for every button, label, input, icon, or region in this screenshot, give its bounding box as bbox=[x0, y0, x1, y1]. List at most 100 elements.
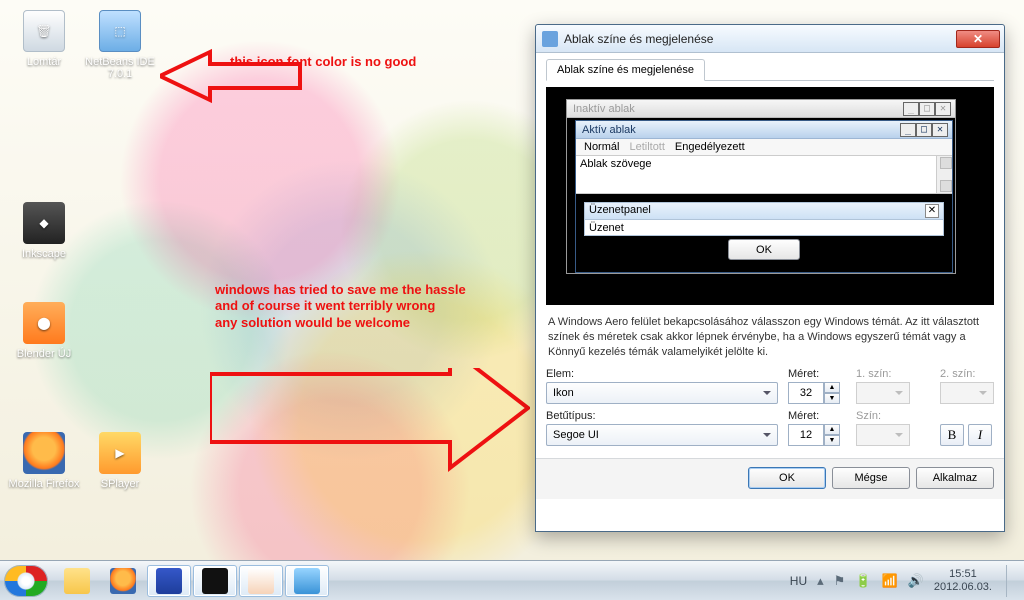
desktop-icon-blender[interactable]: ⬤ Blender ÚJ bbox=[8, 300, 80, 360]
scrollbar[interactable] bbox=[936, 156, 952, 193]
clock-time: 15:51 bbox=[934, 568, 992, 580]
personalization-icon bbox=[294, 568, 320, 594]
fontcolor-button bbox=[856, 424, 910, 446]
controls-grid: Elem: Ikon Méret: ▲▼ 1. szín: 2. szín: bbox=[546, 368, 994, 446]
appearance-dialog: Ablak színe és megjelenése ✕ Ablak színe… bbox=[535, 24, 1005, 532]
menu-disabled: Letiltott bbox=[629, 141, 664, 153]
size2-input[interactable] bbox=[788, 424, 824, 446]
splayer-icon: ▶ bbox=[99, 432, 141, 474]
volume-icon[interactable]: 🔊 bbox=[908, 573, 924, 589]
elem-combo[interactable]: Ikon bbox=[546, 382, 778, 404]
inactive-title: Inaktív ablak bbox=[573, 103, 635, 115]
label-fontcolor: Szín: bbox=[856, 410, 930, 422]
label-font: Betűtípus: bbox=[546, 410, 778, 422]
icon-label: NetBeans IDE 7.0.1 bbox=[84, 56, 156, 80]
active-title: Aktív ablak bbox=[582, 124, 636, 136]
folder-icon bbox=[64, 568, 90, 594]
desktop-icon-splayer[interactable]: ▶ SPlayer bbox=[84, 430, 156, 490]
msgpanel-close-icon[interactable]: ✕ bbox=[925, 204, 939, 218]
description-text: A Windows Aero felület bekapcsolásához v… bbox=[548, 315, 992, 360]
menu-normal: Normál bbox=[584, 141, 619, 153]
spinner-down-icon[interactable]: ▼ bbox=[824, 393, 840, 404]
msgpanel-title: Üzenetpanel bbox=[589, 204, 651, 218]
network-icon[interactable]: 📶 bbox=[882, 573, 898, 589]
icon-label: Lomtár bbox=[27, 56, 61, 68]
clock-date: 2012.06.03. bbox=[934, 581, 992, 593]
preview-menu: Normál Letiltott Engedélyezett bbox=[576, 139, 952, 156]
bold-button[interactable]: B bbox=[940, 424, 964, 446]
close-icon[interactable]: ✕ bbox=[935, 102, 951, 116]
menu-selected: Engedélyezett bbox=[675, 141, 745, 153]
taskbar-window-cmd[interactable] bbox=[193, 565, 237, 597]
minimize-icon[interactable]: _ bbox=[900, 123, 916, 137]
floppy-icon bbox=[156, 568, 182, 594]
taskbar-pinned-firefox[interactable] bbox=[101, 565, 145, 597]
preview-active-window: Aktív ablak _ □ ✕ Normál Letiltott Enged… bbox=[575, 120, 953, 273]
preview-pane: Inaktív ablak _ □ ✕ Aktív ablak _ □ bbox=[546, 87, 994, 305]
tab-appearance[interactable]: Ablak színe és megjelenése bbox=[546, 59, 705, 81]
titlebar[interactable]: Ablak színe és megjelenése ✕ bbox=[536, 25, 1004, 53]
label-color1: 1. szín: bbox=[856, 368, 930, 380]
cmd-icon bbox=[202, 568, 228, 594]
message-panel: Üzenetpanel ✕ Üzenet OK bbox=[584, 202, 944, 264]
msg-text: Üzenet bbox=[584, 220, 944, 236]
blender-icon: ⬤ bbox=[23, 302, 65, 344]
minimize-icon[interactable]: _ bbox=[903, 102, 919, 116]
desktop-icon-netbeans[interactable]: ⬚ NetBeans IDE 7.0.1 bbox=[84, 8, 156, 96]
italic-button[interactable]: I bbox=[968, 424, 992, 446]
taskbar-window-save[interactable] bbox=[147, 565, 191, 597]
icon-label: Blender ÚJ bbox=[17, 348, 71, 360]
annotation-text-2: windows has tried to save me the hassle … bbox=[215, 282, 475, 331]
maximize-icon[interactable]: □ bbox=[916, 123, 932, 137]
color2-button bbox=[940, 382, 994, 404]
desktop-icons: 🗑 Lomtár ⬚ NetBeans IDE 7.0.1 bbox=[8, 8, 156, 96]
cancel-button[interactable]: Mégse bbox=[832, 467, 910, 489]
taskbar-window-appearance[interactable] bbox=[285, 565, 329, 597]
font-combo[interactable]: Segoe UI bbox=[546, 424, 778, 446]
language-indicator[interactable]: HU bbox=[790, 574, 807, 588]
tray-chevron-icon[interactable]: ▴ bbox=[817, 573, 824, 589]
close-button[interactable]: ✕ bbox=[956, 30, 1000, 48]
annotation-text-1: this icon font color is no good bbox=[230, 54, 416, 70]
spinner-up-icon[interactable]: ▲ bbox=[824, 424, 840, 435]
taskbar-window-paint[interactable] bbox=[239, 565, 283, 597]
firefox-icon bbox=[23, 432, 65, 474]
taskbar: HU ▴ ⚑ 🔋 📶 🔊 15:51 2012.06.03. bbox=[0, 560, 1024, 600]
size2-spinner[interactable]: ▲▼ bbox=[788, 424, 846, 446]
flag-icon[interactable]: ⚑ bbox=[834, 573, 846, 589]
spinner-down-icon[interactable]: ▼ bbox=[824, 435, 840, 446]
clock[interactable]: 15:51 2012.06.03. bbox=[934, 568, 992, 592]
label-size2: Méret: bbox=[788, 410, 846, 422]
color1-button bbox=[856, 382, 910, 404]
tabstrip: Ablak színe és megjelenése bbox=[546, 59, 994, 81]
system-tray: HU ▴ ⚑ 🔋 📶 🔊 15:51 2012.06.03. bbox=[790, 565, 1020, 597]
paint-icon bbox=[248, 568, 274, 594]
window-title: Ablak színe és megjelenése bbox=[564, 32, 956, 46]
window-icon bbox=[542, 31, 558, 47]
desktop-icon-firefox[interactable]: Mozilla Firefox bbox=[8, 430, 80, 490]
desktop-icon-inkscape[interactable]: ◆ Inkscape bbox=[8, 200, 80, 260]
maximize-icon[interactable]: □ bbox=[919, 102, 935, 116]
annotation-arrow-2 bbox=[210, 368, 530, 478]
recycle-bin-icon: 🗑 bbox=[23, 10, 65, 52]
taskbar-pinned-explorer[interactable] bbox=[55, 565, 99, 597]
dialog-button-row: OK Mégse Alkalmaz bbox=[536, 458, 1004, 499]
size1-spinner[interactable]: ▲▼ bbox=[788, 382, 846, 404]
preview-ok-button[interactable]: OK bbox=[728, 239, 800, 260]
battery-icon[interactable]: 🔋 bbox=[855, 573, 871, 589]
ok-button[interactable]: OK bbox=[748, 467, 826, 489]
firefox-icon bbox=[110, 568, 136, 594]
apply-button[interactable]: Alkalmaz bbox=[916, 467, 994, 489]
icon-label: SPlayer bbox=[101, 478, 140, 490]
inkscape-icon: ◆ bbox=[23, 202, 65, 244]
label-size1: Méret: bbox=[788, 368, 846, 380]
spinner-up-icon[interactable]: ▲ bbox=[824, 382, 840, 393]
size1-input[interactable] bbox=[788, 382, 824, 404]
start-button[interactable] bbox=[4, 565, 48, 597]
desktop: 🗑 Lomtár ⬚ NetBeans IDE 7.0.1 ◆ Inkscape… bbox=[0, 0, 1024, 600]
show-desktop-button[interactable] bbox=[1006, 565, 1018, 597]
bold-italic-group: B I bbox=[940, 424, 1006, 446]
icon-label: Mozilla Firefox bbox=[9, 478, 80, 490]
close-icon[interactable]: ✕ bbox=[932, 123, 948, 137]
desktop-icon-recycle-bin[interactable]: 🗑 Lomtár bbox=[8, 8, 80, 96]
